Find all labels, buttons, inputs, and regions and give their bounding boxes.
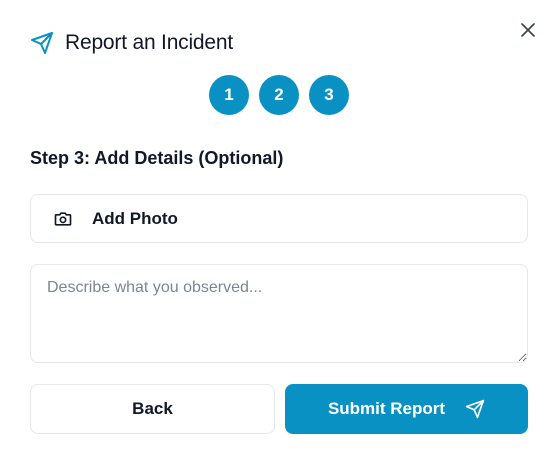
step-2[interactable]: 2 [259, 75, 299, 115]
close-button[interactable] [516, 18, 540, 42]
step-indicator: 1 2 3 [209, 75, 349, 115]
step-heading: Step 3: Add Details (Optional) [30, 148, 284, 168]
close-icon [521, 23, 535, 37]
camera-icon [53, 209, 73, 229]
description-textarea[interactable] [30, 264, 528, 363]
submit-report-button[interactable]: Submit Report [285, 384, 528, 434]
step-3[interactable]: 3 [309, 75, 349, 115]
add-photo-button[interactable]: Add Photo [30, 194, 528, 243]
send-icon [465, 399, 485, 419]
dialog-title: Report an Incident [65, 31, 234, 54]
step-1[interactable]: 1 [209, 75, 249, 115]
send-icon [30, 31, 54, 55]
add-photo-label: Add Photo [92, 208, 178, 228]
submit-report-label: Submit Report [327, 399, 446, 418]
report-incident-dialog: Report an Incident 1 2 3 Step 3: Add Det… [0, 0, 552, 457]
back-button[interactable]: Back [30, 384, 275, 434]
dialog-header: Report an Incident [30, 28, 233, 58]
